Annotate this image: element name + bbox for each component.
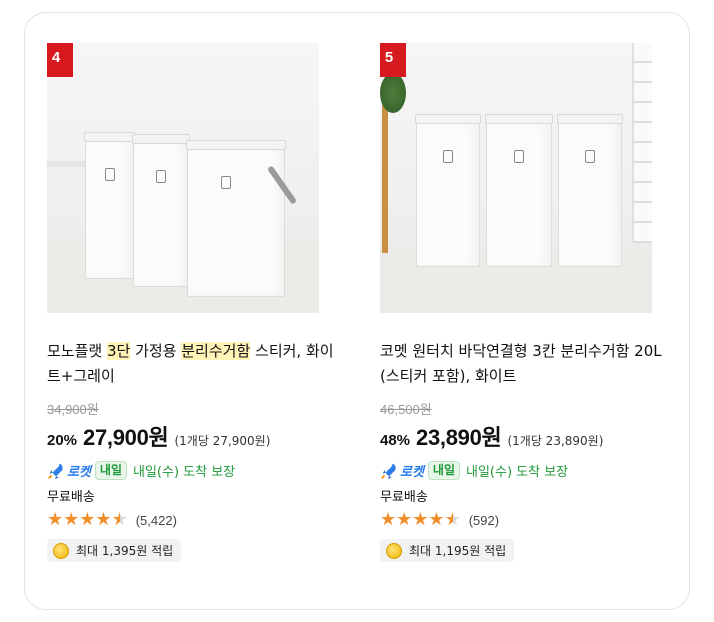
star-icon: ★ [79, 509, 96, 530]
bin-middle [485, 114, 553, 267]
product-card[interactable]: 4 모노플랫 3단 가정용 분리수거함 스티커, 화이트+그레이 34,900원 [47, 43, 347, 563]
price-row: 20% 27,900원 (1개당 27,900원) [47, 420, 347, 452]
star-half-icon: ★ [444, 509, 461, 530]
rocket-delivery-label: 로켓 [67, 464, 91, 479]
discount-rate: 48% [380, 432, 411, 449]
star-icon: ★ [396, 509, 413, 530]
wall-trim [47, 161, 87, 167]
coin-icon [386, 542, 402, 559]
original-price: 46,500원 [380, 402, 432, 417]
free-shipping: 무료배송 [380, 490, 428, 505]
reward-points-text: 최대 1,195원 적립 [409, 544, 507, 558]
review-count: (5,422) [135, 512, 177, 528]
product-title[interactable]: 모노플랫 3단 가정용 분리수거함 스티커, 화이트+그레이 [47, 339, 337, 389]
rating-row: ★ ★ ★ ★ ★ (5,422) [47, 510, 347, 530]
product-card[interactable]: 5 코멧 원터치 바닥연결형 3칸 분리수거함 20L (스티커 포함), 화이… [380, 43, 680, 563]
coin-icon [53, 542, 69, 559]
tomorrow-badge: 내일 [427, 461, 461, 480]
rocket-icon [381, 463, 396, 479]
rank-badge: 5 [380, 43, 406, 77]
window-frame [632, 43, 652, 243]
star-icon: ★ [47, 509, 64, 530]
delivery-row: 로켓 내일 내일(수) 도착 보장 [380, 461, 680, 480]
star-half-icon: ★ [111, 509, 128, 530]
rocket-icon [48, 463, 63, 479]
star-rating: ★ ★ ★ ★ ★ [380, 510, 461, 530]
star-icon: ★ [63, 509, 80, 530]
reward-points: 최대 1,195원 적립 [380, 539, 515, 562]
bottle-mark-icon [221, 176, 232, 189]
recycle-mark-icon [443, 150, 453, 163]
review-count: (592) [468, 512, 500, 528]
discount-rate: 20% [47, 432, 78, 449]
star-icon: ★ [380, 509, 397, 530]
arrival-guarantee: 내일(수) 도착 보장 [133, 465, 236, 480]
product-image[interactable]: 4 [47, 43, 319, 313]
reward-points: 최대 1,395원 적립 [47, 539, 182, 562]
star-icon: ★ [95, 509, 112, 530]
recycle-mark-icon [105, 168, 115, 181]
bin-left [84, 132, 136, 279]
product-carousel-panel: 4 모노플랫 3단 가정용 분리수거함 스티커, 화이트+그레이 34,900원 [24, 12, 690, 610]
unit-price: (1개당 27,900원) [174, 434, 271, 448]
recycle-mark-icon [156, 170, 166, 183]
free-shipping: 무료배송 [47, 490, 95, 505]
sale-price: 23,890원 [416, 425, 502, 450]
bin-middle [132, 134, 190, 287]
bottle-mark-icon [585, 150, 595, 163]
rocket-delivery-label: 로켓 [400, 464, 424, 479]
tomorrow-badge: 내일 [94, 461, 128, 480]
rating-row: ★ ★ ★ ★ ★ (592) [380, 510, 680, 530]
product-image[interactable]: 5 [380, 43, 652, 313]
original-price: 34,900원 [47, 402, 99, 417]
plant-leaves [380, 73, 406, 113]
star-icon: ★ [428, 509, 445, 530]
sale-price: 27,900원 [83, 425, 169, 450]
rank-badge: 4 [47, 43, 73, 77]
reward-points-text: 최대 1,395원 적립 [76, 544, 174, 558]
star-rating: ★ ★ ★ ★ ★ [47, 510, 128, 530]
delivery-row: 로켓 내일 내일(수) 도착 보장 [47, 461, 347, 480]
price-row: 48% 23,890원 (1개당 23,890원) [380, 420, 680, 452]
bin-left [415, 114, 481, 267]
product-title[interactable]: 코멧 원터치 바닥연결형 3칸 분리수거함 20L (스티커 포함), 화이트 [380, 339, 670, 389]
star-icon: ★ [412, 509, 429, 530]
bag-mark-icon [514, 150, 524, 163]
bin-right [557, 114, 623, 267]
arrival-guarantee: 내일(수) 도착 보장 [466, 465, 569, 480]
unit-price: (1개당 23,890원) [507, 434, 604, 448]
